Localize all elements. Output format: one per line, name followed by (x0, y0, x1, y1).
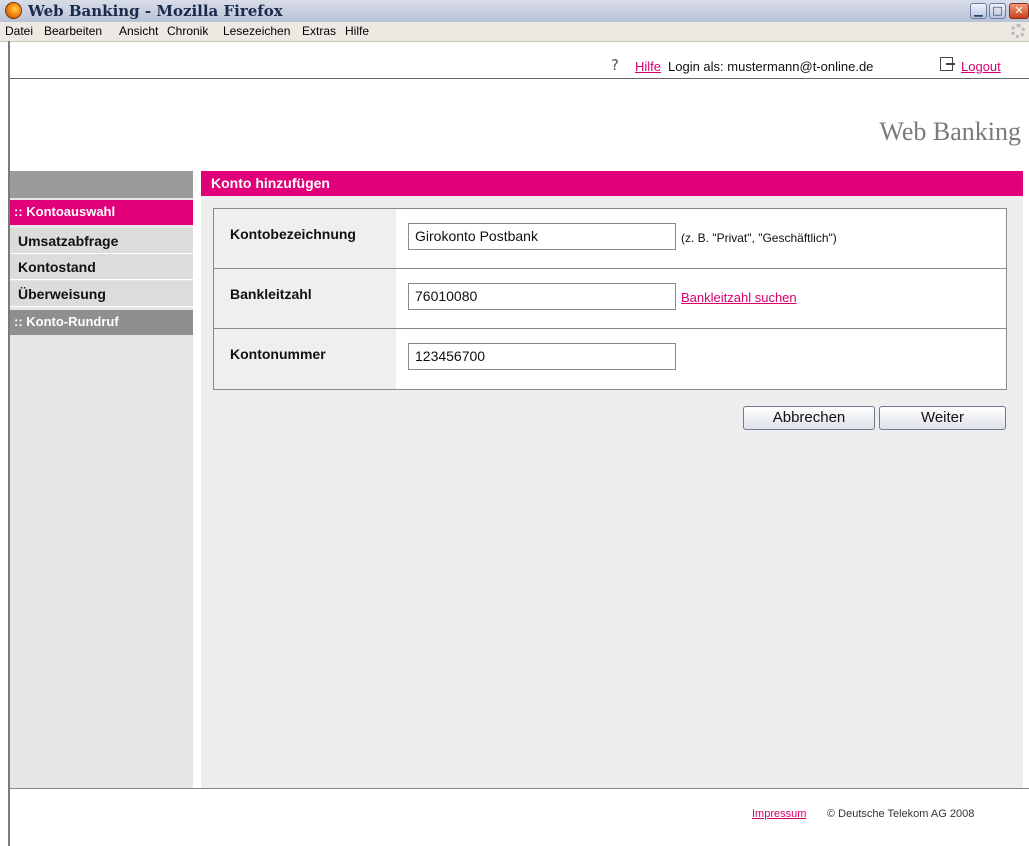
brand-title: Web Banking (879, 117, 1021, 146)
cancel-button[interactable]: Abbrechen (743, 406, 875, 430)
login-info: Login als: mustermann@t-online.de (668, 59, 874, 74)
field-label: Kontobezeichnung (214, 209, 396, 268)
sidebar-header (10, 171, 193, 198)
menubar: Datei Bearbeiten Ansicht Chronik Lesezei… (0, 22, 1029, 42)
help-icon: ? (611, 56, 619, 74)
window-titlebar: Web Banking - Mozilla Firefox ▁ □ ✕ (0, 0, 1029, 23)
menu-hilfe[interactable]: Hilfe (345, 24, 369, 38)
panel-title: Konto hinzufügen (201, 171, 1023, 196)
bankleitzahl-input[interactable]: 76010080 (408, 283, 676, 310)
field-label: Kontonummer (214, 329, 396, 389)
header-divider (10, 78, 1029, 79)
nav-item-ueberweisung[interactable]: Überweisung (10, 281, 193, 307)
menu-bearbeiten[interactable]: Bearbeiten (44, 24, 102, 38)
form-row-kontonummer: Kontonummer 123456700 (214, 329, 1006, 389)
minimize-button[interactable]: ▁ (970, 3, 987, 19)
throbber-icon (1011, 24, 1025, 38)
footer-divider (10, 788, 1029, 789)
firefox-logo-icon (5, 2, 22, 19)
impressum-link[interactable]: Impressum (752, 808, 806, 820)
maximize-button[interactable]: □ (989, 3, 1006, 19)
copyright-text: © Deutsche Telekom AG 2008 (827, 808, 975, 820)
menu-chronik[interactable]: Chronik (167, 24, 208, 38)
logout-icon (940, 57, 955, 71)
kontonummer-input[interactable]: 123456700 (408, 343, 676, 370)
help-link[interactable]: Hilfe (635, 59, 661, 74)
nav-item-umsatzabfrage[interactable]: Umsatzabfrage (10, 228, 193, 254)
account-form: Kontobezeichnung Girokonto Postbank (z. … (213, 208, 1007, 390)
logout-link[interactable]: Logout (961, 59, 1001, 74)
field-label: Bankleitzahl (214, 269, 396, 328)
sidebar: :: Kontoauswahl Umsatzabfrage Kontostand… (10, 171, 193, 788)
nav-item-kontostand[interactable]: Kontostand (10, 254, 193, 280)
close-button[interactable]: ✕ (1009, 3, 1029, 19)
form-row-kontobezeichnung: Kontobezeichnung Girokonto Postbank (z. … (214, 209, 1006, 269)
menu-ansicht[interactable]: Ansicht (119, 24, 158, 38)
window-title: Web Banking - Mozilla Firefox (28, 2, 283, 20)
bankleitzahl-search-link[interactable]: Bankleitzahl suchen (681, 290, 797, 305)
nav-section-kontoauswahl[interactable]: :: Kontoauswahl (10, 200, 193, 225)
field-hint: (z. B. "Privat", "Geschäftlich") (681, 231, 837, 245)
next-button[interactable]: Weiter (879, 406, 1006, 430)
kontobezeichnung-input[interactable]: Girokonto Postbank (408, 223, 676, 250)
menu-lesezeichen[interactable]: Lesezeichen (223, 24, 290, 38)
nav-section-konto-rundruf[interactable]: :: Konto-Rundruf (10, 310, 193, 335)
menu-extras[interactable]: Extras (302, 24, 336, 38)
menu-datei[interactable]: Datei (5, 24, 33, 38)
form-row-bankleitzahl: Bankleitzahl 76010080 Bankleitzahl suche… (214, 269, 1006, 329)
